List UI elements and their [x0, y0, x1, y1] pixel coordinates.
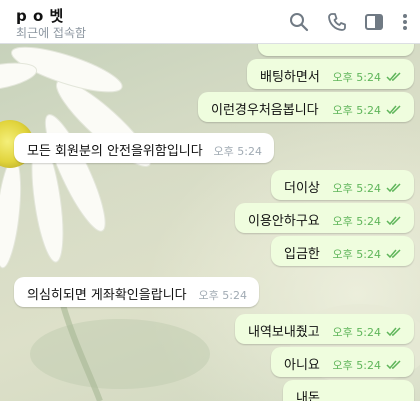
- double-check-icon: [386, 72, 402, 82]
- message-area[interactable]: 배팅하면서 오후 5:24 이런경우처음봅니다 오후 5:24 모든 회원분의 …: [0, 44, 420, 401]
- message-time: 오후 5:24: [332, 326, 381, 339]
- message-text: 더이상: [284, 181, 320, 196]
- message-meta: 오후 5:24: [333, 102, 402, 118]
- message-time: 오후 5:24: [332, 359, 381, 372]
- message-time: 오후 5:24: [332, 104, 381, 117]
- double-check-icon: [386, 105, 402, 115]
- message-text: 이용안하구요: [248, 214, 320, 229]
- message-meta: 오후 5:24: [214, 143, 262, 159]
- message-bubble[interactable]: 내역보내줬고 오후 5:24: [235, 314, 414, 344]
- message-text: 모든 회원분의 안전을위함입니다: [27, 144, 203, 159]
- message-text: 의심히되면 게좌확인을랍니다: [27, 288, 187, 303]
- message-meta: 오후 5:24: [333, 213, 402, 229]
- message-bubble[interactable]: 배팅하면서 오후 5:24: [247, 59, 414, 89]
- message-time: 오후 5:24: [198, 289, 247, 302]
- message-bubble[interactable]: 내돈: [283, 380, 414, 401]
- message-time: 오후 5:24: [332, 71, 381, 84]
- double-check-icon: [386, 360, 402, 370]
- double-check-icon: [386, 249, 402, 259]
- message-bubble[interactable]: 모든 회원분의 안전을위함입니다 오후 5:24: [14, 133, 274, 163]
- message-text: 배팅하면서: [260, 70, 320, 85]
- message-meta: 오후 5:24: [333, 180, 402, 196]
- chat-header: p o 벳 최근에 접속함: [0, 0, 420, 44]
- message-time: 오후 5:24: [332, 182, 381, 195]
- message-bubble[interactable]: 입금한 오후 5:24: [271, 236, 414, 266]
- message-text: 입금한: [284, 247, 320, 262]
- double-check-icon: [386, 327, 402, 337]
- message-bubble[interactable]: 의심히되면 게좌확인을랍니다 오후 5:24: [14, 277, 259, 307]
- message-time: 오후 5:24: [332, 248, 381, 261]
- message-meta: 오후 5:24: [333, 324, 402, 340]
- message-bubble[interactable]: 이런경우처음봅니다 오후 5:24: [198, 92, 414, 122]
- message-meta: 오후 5:24: [333, 246, 402, 262]
- message-bubble[interactable]: 이용안하구요 오후 5:24: [235, 203, 414, 233]
- more-icon[interactable]: [394, 11, 416, 33]
- message-bubble[interactable]: 아니요 오후 5:24: [271, 347, 414, 377]
- message-text: 내돈: [296, 391, 320, 401]
- message-text: 이런경우처음봅니다: [211, 103, 319, 118]
- message-text: 내역보내줬고: [248, 325, 320, 340]
- sidebar-icon[interactable]: [363, 11, 385, 33]
- last-seen-status: 최근에 접속함: [16, 26, 87, 40]
- message-time: 오후 5:24: [213, 145, 262, 158]
- message-meta: 오후 5:24: [333, 69, 402, 85]
- double-check-icon: [386, 183, 402, 193]
- double-check-icon: [386, 216, 402, 226]
- chat-title[interactable]: p o 벳: [16, 5, 64, 26]
- message-meta: 오후 5:24: [333, 357, 402, 373]
- phone-icon[interactable]: [326, 11, 348, 33]
- message-meta: 오후 5:24: [199, 287, 247, 303]
- message-text: 아니요: [284, 358, 320, 373]
- message-bubble[interactable]: 더이상 오후 5:24: [271, 170, 414, 200]
- message-bubble[interactable]: [258, 44, 414, 56]
- search-icon[interactable]: [288, 11, 310, 33]
- message-time: 오후 5:24: [332, 215, 381, 228]
